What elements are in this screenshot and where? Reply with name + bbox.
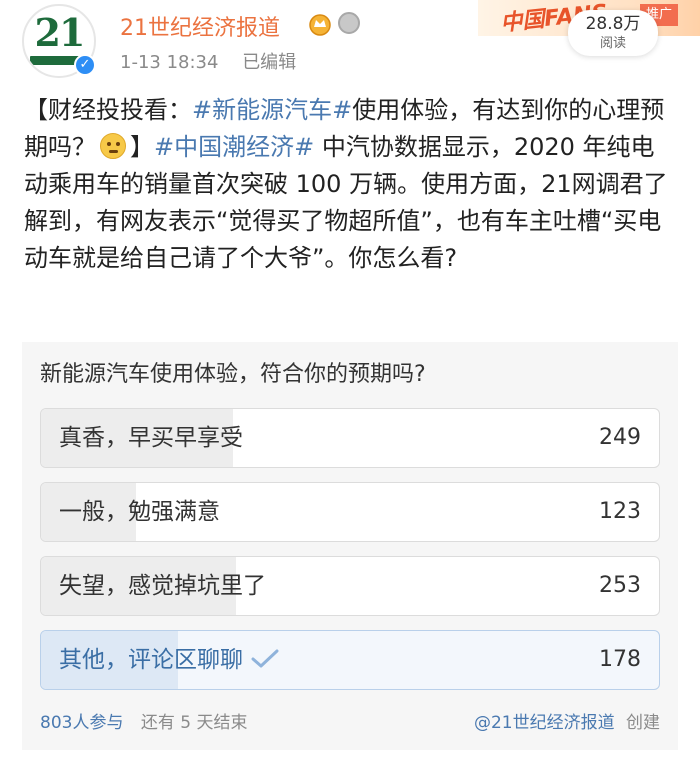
poll-option-count: 123 <box>599 499 641 524</box>
edited-label[interactable]: 已编辑 <box>242 52 296 73</box>
poll-option-count: 249 <box>599 425 641 450</box>
poll-option-label-text: 其他，评论区聊聊 <box>59 647 243 673</box>
thinking-face-emoji-icon <box>100 133 126 159</box>
post-header: 21 ✓ 21世纪经济报道 1-13 18:34 已编辑 中国FANS 推广 2… <box>0 0 700 88</box>
poll-option-count: 178 <box>599 647 641 672</box>
poll-option[interactable]: 真香，早买早享受 249 <box>40 408 660 468</box>
poll-participants[interactable]: 803人参与 <box>40 713 123 733</box>
read-count-pill[interactable]: 28.8万 阅读 <box>568 10 658 56</box>
post-meta: 1-13 18:34 已编辑 <box>120 48 314 74</box>
verified-badge-icon: ✓ <box>74 54 96 76</box>
poll-option-label: 失望，感觉掉坑里了 <box>59 573 266 599</box>
post-timestamp: 1-13 18:34 <box>120 52 219 73</box>
read-count: 28.8万 <box>585 14 641 34</box>
poll-card: 新能源汽车使用体验，符合你的预期吗? 真香，早买早享受 249 一般，勉强满意 … <box>22 342 678 750</box>
poll-option-label: 真香，早买早享受 <box>59 425 243 451</box>
poll-option-count: 253 <box>599 573 641 598</box>
username[interactable]: 21世纪经济报道 <box>120 10 280 42</box>
silver-medal-icon[interactable] <box>338 12 360 34</box>
poll-footer: 803人参与 还有 5 天结束 @21世纪经济报道 创建 <box>40 708 660 733</box>
poll-title: 新能源汽车使用体验，符合你的预期吗? <box>40 362 426 387</box>
avatar-logo-text: 21 <box>34 10 86 55</box>
post-prefix: 【财经投投看： <box>24 96 192 124</box>
poll-option-label: 其他，评论区聊聊 <box>59 631 279 689</box>
poll-creator-link[interactable]: @21世纪经济报道 <box>474 713 615 733</box>
poll-option[interactable]: 失望，感觉掉坑里了 253 <box>40 556 660 616</box>
post-body: 【财经投投看：#新能源汽车#使用体验，有达到你的心理预期吗？ 】#中国潮经济# 中… <box>24 92 678 277</box>
check-icon <box>251 649 279 668</box>
topic-link-china-trend[interactable]: #中国潮经济# <box>154 133 314 161</box>
read-label: 阅读 <box>599 36 626 51</box>
crown-medal-icon[interactable] <box>308 12 332 36</box>
poll-option[interactable]: 一般，勉强满意 123 <box>40 482 660 542</box>
poll-option-selected[interactable]: 其他，评论区聊聊 178 <box>40 630 660 690</box>
bracket-close: 】 <box>130 133 154 161</box>
poll-option-label: 一般，勉强满意 <box>59 499 220 525</box>
topic-link-new-energy[interactable]: #新能源汽车# <box>192 96 352 124</box>
poll-remaining: 还有 5 天结束 <box>140 713 248 733</box>
poll-created-label: 创建 <box>626 713 660 733</box>
